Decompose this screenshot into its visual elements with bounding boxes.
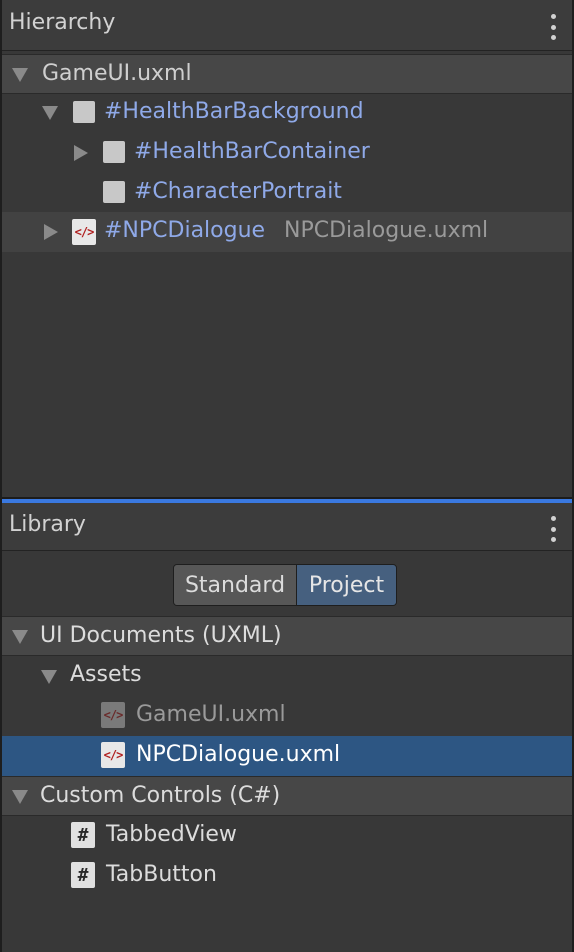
visual-element-icon	[103, 141, 125, 163]
expand-down-icon[interactable]	[12, 790, 28, 804]
csharp-hash-icon: #	[71, 822, 95, 848]
folder-assets[interactable]: Assets	[2, 656, 572, 696]
hierarchy-item-npcdialogue[interactable]: </> #NPCDialogue NPCDialogue.uxml	[2, 212, 572, 252]
hierarchy-item-healthbarcontainer[interactable]: #HealthBarContainer	[2, 133, 572, 173]
element-name: #CharacterPortrait	[134, 179, 342, 204]
file-label: NPCDialogue.uxml	[136, 742, 341, 767]
uxml-file-icon: </>	[101, 742, 125, 768]
control-tabbedview[interactable]: # TabbedView	[2, 816, 572, 856]
expand-down-icon[interactable]	[41, 670, 57, 684]
visual-element-icon	[103, 181, 125, 203]
expand-down-icon[interactable]	[12, 630, 28, 644]
section-ui-documents[interactable]: UI Documents (UXML)	[2, 616, 572, 656]
section-label: UI Documents (UXML)	[40, 623, 282, 648]
expand-right-icon[interactable]	[74, 145, 88, 161]
section-label: Custom Controls (C#)	[40, 783, 281, 808]
folder-label: Assets	[70, 662, 142, 687]
ui-builder-panels: Hierarchy GameUI.uxml #HealthBarBackgrou…	[2, 0, 572, 952]
library-header: Library	[2, 503, 572, 551]
library-file-npcdialogue[interactable]: </> NPCDialogue.uxml	[2, 736, 572, 776]
hierarchy-item-healthbarbackground[interactable]: #HealthBarBackground	[2, 93, 572, 133]
library-tab-switch: Standard Project	[173, 564, 397, 606]
expand-right-icon[interactable]	[44, 224, 58, 240]
expand-down-icon[interactable]	[12, 68, 28, 82]
element-name: #HealthBarContainer	[134, 139, 370, 164]
tab-standard[interactable]: Standard	[174, 565, 297, 605]
csharp-hash-icon: #	[71, 862, 95, 888]
tab-project[interactable]: Project	[297, 565, 396, 605]
file-label: GameUI.uxml	[136, 702, 286, 727]
control-label: TabbedView	[106, 822, 237, 847]
element-name: #NPCDialogue	[104, 218, 266, 243]
hierarchy-header: Hierarchy	[2, 0, 572, 51]
element-name: #HealthBarBackground	[104, 99, 364, 124]
hierarchy-root-row[interactable]: GameUI.uxml	[2, 54, 572, 94]
visual-element-icon	[73, 101, 95, 123]
expand-down-icon[interactable]	[42, 106, 58, 120]
uxml-file-icon: </>	[101, 702, 125, 728]
section-custom-controls[interactable]: Custom Controls (C#)	[2, 776, 572, 816]
uxml-template-icon: </>	[72, 219, 96, 245]
hierarchy-menu-icon[interactable]	[548, 14, 558, 40]
hierarchy-title: Hierarchy	[9, 10, 116, 35]
library-title: Library	[9, 512, 86, 537]
control-tabbutton[interactable]: # TabButton	[2, 856, 572, 896]
library-file-gameui[interactable]: </> GameUI.uxml	[2, 696, 572, 736]
hierarchy-root-label: GameUI.uxml	[42, 61, 192, 86]
library-menu-icon[interactable]	[548, 516, 558, 542]
hierarchy-item-characterportrait[interactable]: #CharacterPortrait	[2, 173, 572, 213]
control-label: TabButton	[106, 862, 217, 887]
template-source: NPCDialogue.uxml	[284, 218, 489, 243]
